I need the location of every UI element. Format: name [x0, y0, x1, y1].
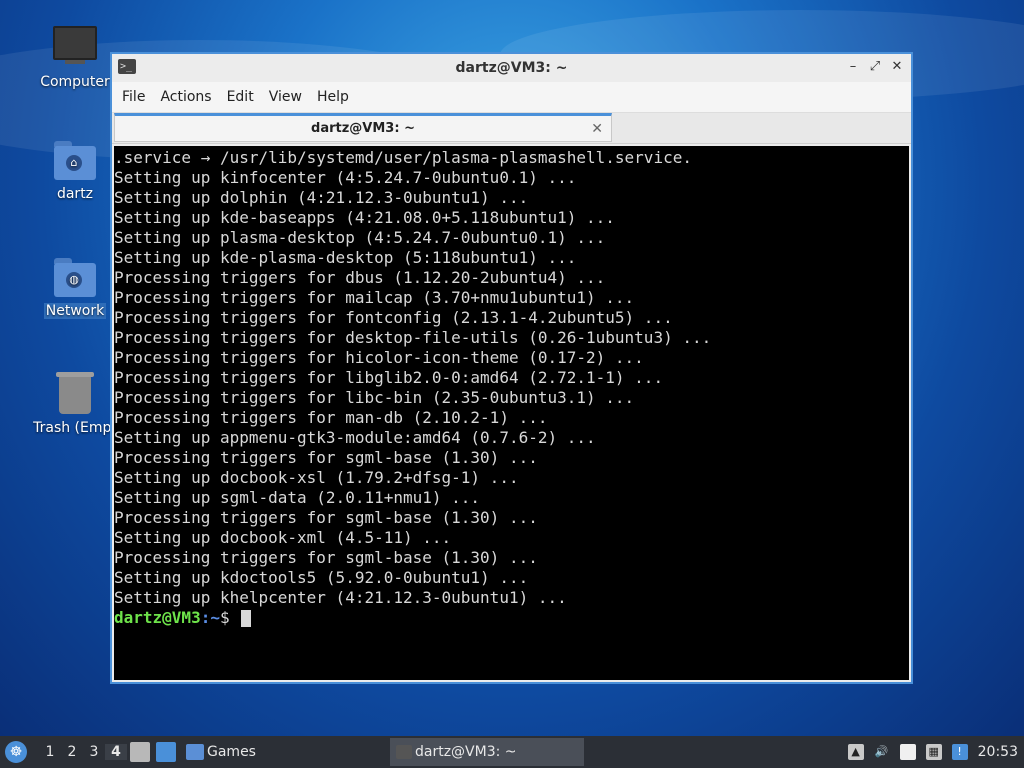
terminal-line: Processing triggers for hicolor-icon-the… — [114, 348, 644, 367]
start-menu-button[interactable]: ☸ — [5, 741, 27, 763]
workspace-3[interactable]: 3 — [83, 744, 105, 760]
computer-icon — [53, 26, 97, 70]
maximize-button[interactable]: ⤢ — [867, 58, 883, 76]
terminal-line: Setting up appmenu-gtk3-module:amd64 (0.… — [114, 428, 596, 447]
window-title: dartz@VM3: ~ — [455, 60, 568, 76]
terminal-line: Processing triggers for libglib2.0-0:amd… — [114, 368, 664, 387]
terminal-line: Setting up kde-baseapps (4:21.08.0+5.118… — [114, 208, 615, 227]
prompt-line: dartz@VM3:~$ — [114, 608, 909, 628]
system-tray: ▲ 🔊 ▦ ! 20:53 — [847, 736, 1024, 768]
prompt-user-host: dartz@VM3 — [114, 608, 201, 627]
taskbar: ☸ 1 2 3 4 Games dartz@VM3: ~ ▲ 🔊 ▦ ! 20:… — [0, 736, 1024, 768]
terminal-line: Setting up kdoctools5 (5.92.0-0ubuntu1) … — [114, 568, 529, 587]
tab-bar: dartz@VM3: ~ ✕ — [112, 113, 911, 144]
desktop-icon-label: Computer — [40, 74, 110, 90]
window-titlebar[interactable]: >_ dartz@VM3: ~ – ⤢ ✕ — [112, 54, 911, 82]
file-manager-launcher-icon[interactable] — [130, 742, 150, 762]
tab-terminal[interactable]: dartz@VM3: ~ ✕ — [114, 113, 612, 142]
minimize-button[interactable]: – — [845, 58, 861, 76]
desktop-icon-label: dartz — [56, 186, 94, 202]
terminal-line: Processing triggers for dbus (1.12.20-2u… — [114, 268, 606, 287]
updates-icon[interactable]: ▲ — [847, 744, 864, 760]
folder-icon — [186, 744, 204, 760]
network-folder-icon: ◍ — [53, 255, 97, 299]
desktop-icon-label: Trash (Empt — [33, 420, 117, 436]
launcher-games-label: Games — [207, 744, 256, 760]
terminal-line: Setting up kinfocenter (4:5.24.7-0ubuntu… — [114, 168, 577, 187]
prompt-symbol: $ — [219, 608, 240, 627]
menu-help[interactable]: Help — [317, 89, 358, 105]
prompt-path: :~ — [200, 608, 220, 627]
desktop-icon-label: Network — [43, 303, 107, 319]
terminal-line: Setting up sgml-data (2.0.11+nmu1) ... — [114, 488, 481, 507]
home-folder-icon: ⌂ — [53, 138, 97, 182]
terminal-line: Setting up docbook-xsl (1.79.2+dfsg-1) .… — [114, 468, 519, 487]
task-terminal-label: dartz@VM3: ~ — [415, 744, 517, 760]
menubar: File Actions Edit View Help — [112, 82, 911, 113]
show-desktop-icon[interactable] — [156, 742, 176, 762]
tab-label: dartz@VM3: ~ — [311, 121, 415, 136]
terminal-line: .service → /usr/lib/systemd/user/plasma-… — [114, 148, 692, 167]
terminal-line: Processing triggers for man-db (2.10.2-1… — [114, 408, 548, 427]
clock[interactable]: 20:53 — [978, 744, 1018, 760]
menu-file[interactable]: File — [122, 89, 154, 105]
desktop: Computer ⌂ dartz ◍ Network Trash (Empt >… — [0, 0, 1024, 736]
tab-close-icon[interactable]: ✕ — [591, 116, 603, 142]
volume-icon[interactable]: 🔊 — [874, 744, 890, 760]
launcher-games[interactable]: Games — [183, 744, 256, 760]
clipboard-icon[interactable] — [899, 744, 916, 760]
terminal-icon — [396, 745, 412, 759]
menu-view[interactable]: View — [269, 89, 311, 105]
terminal-output[interactable]: .service → /usr/lib/systemd/user/plasma-… — [114, 146, 909, 680]
desktop-icon-trash[interactable]: Trash (Empt — [30, 372, 120, 436]
network-icon[interactable]: ▦ — [925, 744, 942, 760]
terminal-line: Processing triggers for sgml-base (1.30)… — [114, 508, 538, 527]
terminal-line: Processing triggers for sgml-base (1.30)… — [114, 448, 538, 467]
desktop-icon-network[interactable]: ◍ Network — [30, 255, 120, 319]
notification-icon[interactable]: ! — [951, 744, 968, 760]
workspace-4[interactable]: 4 — [105, 744, 127, 760]
terminal-line: Setting up plasma-desktop (4:5.24.7-0ubu… — [114, 228, 606, 247]
terminal-line: Processing triggers for libc-bin (2.35-0… — [114, 388, 635, 407]
workspace-2[interactable]: 2 — [61, 744, 83, 760]
terminal-line: Processing triggers for desktop-file-uti… — [114, 328, 712, 347]
terminal-window[interactable]: >_ dartz@VM3: ~ – ⤢ ✕ File Actions Edit … — [110, 52, 913, 684]
terminal-line: Setting up docbook-xml (4.5-11) ... — [114, 528, 452, 547]
menu-actions[interactable]: Actions — [160, 89, 220, 105]
terminal-line: Setting up dolphin (4:21.12.3-0ubuntu1) … — [114, 188, 529, 207]
terminal-line: Processing triggers for fontconfig (2.13… — [114, 308, 673, 327]
terminal-line: Processing triggers for mailcap (3.70+nm… — [114, 288, 635, 307]
terminal-line: Setting up khelpcenter (4:21.12.3-0ubunt… — [114, 588, 567, 607]
close-button[interactable]: ✕ — [889, 58, 905, 76]
desktop-icon-home[interactable]: ⌂ dartz — [30, 138, 120, 202]
terminal-line: Setting up kde-plasma-desktop (5:118ubun… — [114, 248, 577, 267]
task-terminal[interactable]: dartz@VM3: ~ — [390, 738, 584, 766]
terminal-line: Processing triggers for sgml-base (1.30)… — [114, 548, 538, 567]
workspace-1[interactable]: 1 — [39, 744, 61, 760]
text-cursor — [241, 610, 252, 627]
trash-icon — [53, 372, 97, 416]
menu-edit[interactable]: Edit — [227, 89, 263, 105]
desktop-icon-computer[interactable]: Computer — [30, 22, 120, 90]
